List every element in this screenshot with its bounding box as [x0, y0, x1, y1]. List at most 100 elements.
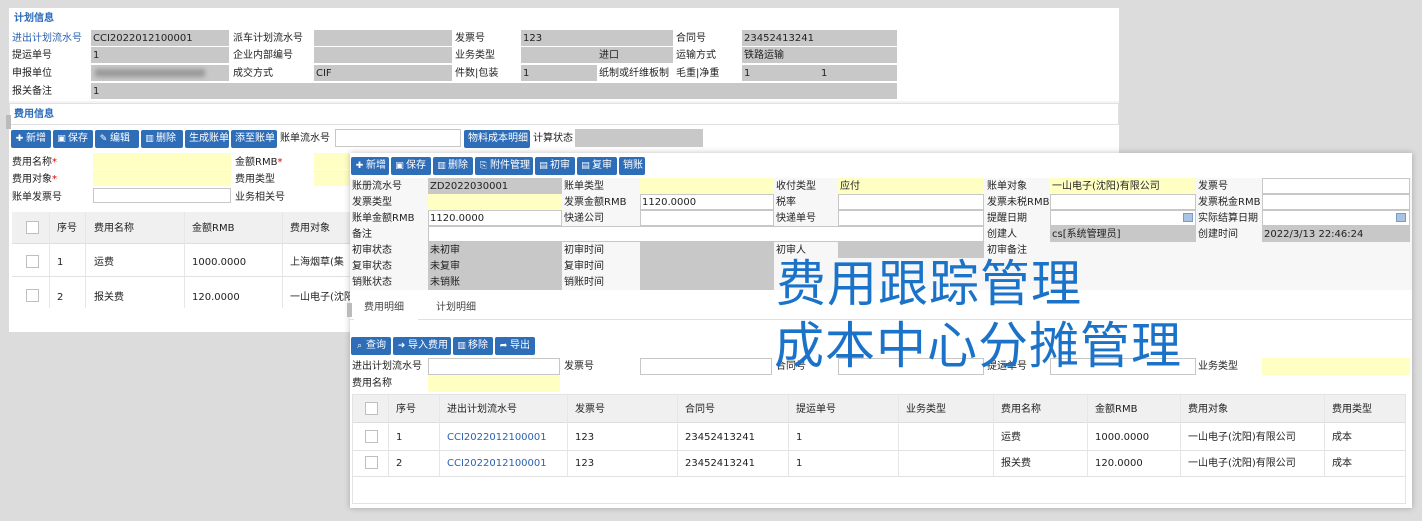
express-no-label: 快递单号 — [776, 213, 816, 224]
detail-col-bl: 提运单号 — [796, 404, 836, 415]
material-cost-button[interactable]: 物料成本明细 — [464, 130, 530, 148]
invoice-no-label: 发票号 — [1198, 181, 1228, 192]
remove-button[interactable]: ▥ 移除 — [453, 337, 493, 355]
bill-invoice-input[interactable] — [93, 188, 231, 203]
row-amount: 1000.0000 — [192, 257, 247, 268]
row-amount: 1000.0000 — [1095, 432, 1150, 443]
calendar-icon[interactable] — [1183, 213, 1193, 222]
biz-type-value: 进口 — [599, 50, 619, 61]
bill-remark-label: 备注 — [352, 229, 372, 240]
tab-fee-detail[interactable]: 费用明细 — [364, 300, 404, 315]
row-plan-no-link[interactable]: CCI2022012100001 — [447, 456, 547, 471]
tax-label: 发票税金RMB — [1198, 197, 1261, 208]
filter-plan-no-input[interactable] — [428, 358, 560, 375]
fee-select-all-checkbox[interactable] — [26, 221, 39, 234]
row-plan-no-link[interactable]: CCI2022012100001 — [447, 430, 547, 445]
filter-biz-type-input[interactable] — [1262, 358, 1410, 375]
bill-no-label: 账单流水号 — [280, 133, 330, 144]
detail-col-fee-name: 费用名称 — [1001, 404, 1041, 415]
first-review-button[interactable]: ▤ 初审 — [535, 157, 575, 175]
row-checkbox[interactable] — [26, 289, 39, 302]
contract-value: 23452413241 — [744, 33, 814, 44]
collapse-handle-left[interactable] — [6, 115, 11, 129]
row-checkbox[interactable] — [365, 430, 378, 443]
write-status-label: 销账状态 — [352, 277, 392, 288]
fee-target-label: 费用对象* — [12, 174, 57, 185]
filter-plan-no-label: 进出计划流水号 — [352, 361, 422, 372]
pay-type-value[interactable]: 应付 — [840, 179, 860, 194]
detail-col-invoice: 发票号 — [575, 404, 605, 415]
bill-target-value[interactable]: 一山电子(沈阳)有限公司 — [1052, 179, 1160, 194]
collapse-handle[interactable] — [347, 303, 352, 317]
row-contract: 23452413241 — [685, 458, 755, 469]
overlay-title-cost-center: 成本中心分摊管理 — [774, 317, 1182, 375]
tax-rate-input[interactable] — [838, 194, 984, 210]
generate-bill-button[interactable]: 生成账单 — [185, 130, 229, 148]
bill-no-input[interactable] — [335, 129, 461, 147]
untaxed-input[interactable] — [1050, 194, 1196, 210]
row-type: 成本 — [1332, 432, 1352, 443]
fee-edit-button[interactable]: ✎ 编辑 — [95, 130, 139, 148]
bill-amount-value[interactable]: 1120.0000 — [430, 211, 484, 226]
query-button[interactable]: ⌕ 查询 — [351, 337, 391, 355]
fee-name-label: 费用名称* — [12, 157, 57, 168]
attachment-button[interactable]: ⎘ 附件管理 — [475, 157, 533, 175]
calc-status-value — [575, 129, 703, 147]
remark-label: 报关备注 — [12, 86, 52, 97]
tax-rate-label: 税率 — [776, 197, 796, 208]
write-off-button[interactable]: 销账 — [619, 157, 645, 175]
express-co-input[interactable] — [640, 210, 774, 226]
bill-amount-label: 账单金额RMB — [352, 213, 415, 224]
bill-save-button[interactable]: ▣ 保存 — [391, 157, 431, 175]
bill-type-label: 账单类型 — [564, 181, 604, 192]
row-checkbox[interactable] — [365, 456, 378, 469]
detail-col-biz-type: 业务类型 — [906, 404, 946, 415]
row-invoice: 123 — [575, 432, 595, 443]
plan-no-label[interactable]: 进出计划流水号 — [12, 31, 82, 46]
detail-col-amount: 金额RMB — [1095, 404, 1138, 415]
express-co-label: 快递公司 — [564, 213, 604, 224]
second-review-button[interactable]: ▤ 复审 — [577, 157, 617, 175]
fee-delete-button[interactable]: ▥ 删除 — [141, 130, 183, 148]
import-fee-button[interactable]: ➜ 导入费用 — [393, 337, 451, 355]
add-to-bill-button[interactable]: 添至账单 — [231, 130, 277, 148]
fee-col-amount: 金额RMB — [192, 223, 235, 234]
deal-label: 成交方式 — [233, 68, 273, 79]
filter-fee-name-input[interactable] — [428, 375, 560, 392]
detail-col-target: 费用对象 — [1188, 404, 1228, 415]
fee-col-target: 费用对象 — [290, 223, 330, 234]
created-label: 创建时间 — [1198, 229, 1238, 240]
fee-add-button[interactable]: ✚ 新增 — [11, 130, 51, 148]
created-value: 2022/3/13 22:46:24 — [1264, 229, 1364, 240]
invoice-value: 123 — [523, 33, 543, 44]
filter-invoice-input[interactable] — [640, 358, 772, 375]
amount-input[interactable] — [314, 153, 354, 169]
invoice-type-input[interactable] — [428, 194, 562, 210]
calendar-icon[interactable] — [1396, 213, 1406, 222]
invoice-amount-value[interactable]: 1120.0000 — [642, 195, 696, 210]
second-time-label: 复审时间 — [564, 261, 604, 272]
fee-target-input[interactable] — [93, 170, 231, 186]
tax-input[interactable] — [1262, 194, 1410, 210]
export-button[interactable]: ➦ 导出 — [495, 337, 535, 355]
bill-add-button[interactable]: ✚ 新增 — [351, 157, 389, 175]
settle-date-input[interactable] — [1262, 210, 1410, 226]
fee-name-input[interactable] — [93, 153, 231, 169]
fee-save-button[interactable]: ▣ 保存 — [53, 130, 93, 148]
row-fee-name: 运费 — [1001, 432, 1021, 443]
remind-date-input[interactable] — [1050, 210, 1196, 226]
detail-select-all-checkbox[interactable] — [365, 402, 378, 415]
invoice-no-input[interactable] — [1262, 178, 1410, 194]
biz-type-label: 业务类型 — [455, 50, 495, 61]
tab-plan-detail[interactable]: 计划明细 — [436, 300, 476, 315]
bill-remark-input[interactable] — [428, 226, 984, 242]
row-checkbox[interactable] — [26, 255, 39, 268]
fee-type-input[interactable] — [314, 170, 354, 186]
row-type: 成本 — [1332, 458, 1352, 469]
fee-type-label: 费用类型 — [235, 174, 275, 185]
express-no-input[interactable] — [838, 210, 984, 226]
bill-type-input[interactable] — [640, 178, 774, 194]
bl-value: 1 — [93, 50, 100, 61]
detail-col-no: 序号 — [396, 404, 416, 415]
bill-delete-button[interactable]: ▥ 删除 — [433, 157, 473, 175]
